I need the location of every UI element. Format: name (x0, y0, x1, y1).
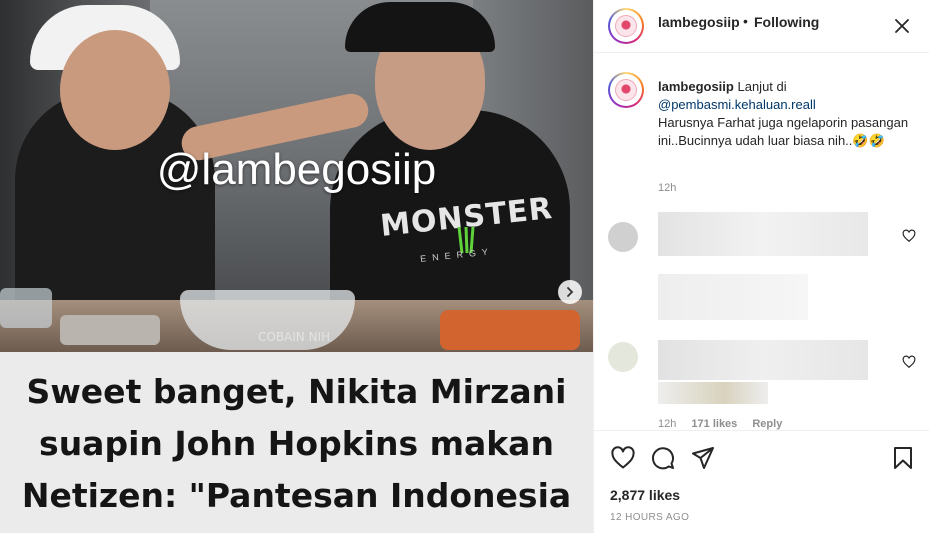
comment-meta: 12h 171 likes Reply (658, 418, 782, 430)
header-username[interactable]: lambegosiip (658, 14, 740, 30)
watermark-text: @lambegosiip (156, 145, 437, 194)
video-caption: COBAIN NIH (258, 330, 331, 344)
header-separator: • (743, 13, 748, 29)
avatar-logo (615, 79, 637, 101)
post-headline: Sweet banget, Nikita Mirzani suapin John… (0, 352, 593, 533)
following-button[interactable]: Following (754, 14, 819, 30)
post-header: lambegosiip • Following (594, 0, 929, 53)
comment-time: 12h (658, 418, 677, 430)
blurred-comment (658, 340, 868, 380)
comment-likes[interactable]: 171 likes (691, 418, 737, 430)
avatar-ring (610, 10, 642, 42)
caption-text: Lanjut di (737, 79, 787, 94)
heart-icon[interactable] (610, 445, 636, 471)
post-sidebar: lambegosiip • Following lambegosiip Lanj… (593, 0, 929, 533)
blurred-comment (658, 382, 768, 404)
black-cap (345, 2, 495, 52)
share-icon[interactable] (690, 445, 716, 471)
blurred-comment (658, 212, 868, 256)
comment-reply-button[interactable]: Reply (752, 418, 782, 430)
avatar[interactable] (608, 8, 644, 44)
post-media[interactable]: MONSTER ENERGY @lambegosiip COBAIN NIH S… (0, 0, 593, 533)
caption-avatar[interactable] (608, 72, 644, 108)
chevron-right-icon (567, 287, 574, 297)
comment-like-icon[interactable] (902, 355, 916, 369)
caption-username[interactable]: lambegosiip (658, 79, 734, 94)
post-caption: lambegosiip Lanjut di @pembasmi.kehaluan… (658, 78, 914, 150)
avatar-ring (610, 74, 642, 106)
comment-like-icon[interactable] (902, 229, 916, 243)
woman-face (60, 30, 170, 150)
comment-avatar[interactable] (608, 222, 638, 252)
blurred-comment (658, 274, 808, 320)
caption-mention[interactable]: @pembasmi.kehaluan.reall (658, 96, 914, 114)
comment-avatar[interactable] (608, 342, 638, 372)
post-photo: MONSTER ENERGY @lambegosiip COBAIN NIH (0, 0, 593, 352)
likes-count[interactable]: 2,877 likes (610, 487, 680, 503)
caption-timestamp: 12h (658, 182, 677, 194)
food-container (0, 288, 52, 328)
avatar-logo (615, 15, 637, 37)
headline-line: Netizen: "Pantesan Indonesia (21, 476, 572, 515)
post-time: 12 HOURS AGO (610, 512, 690, 523)
caption-body: Harusnya Farhat juga ngelaporin pasangan… (658, 115, 909, 148)
save-icon[interactable] (890, 445, 916, 471)
food-container (60, 315, 160, 345)
salmon-tray (440, 310, 580, 350)
headline-line: suapin John Hopkins makan (39, 424, 554, 463)
more-options-icon[interactable] (892, 16, 912, 36)
next-slide-button[interactable] (558, 280, 582, 304)
comment-icon[interactable] (650, 445, 676, 471)
headline-line: Sweet banget, Nikita Mirzani (26, 372, 567, 411)
post-actions: 2,877 likes 12 HOURS AGO (594, 430, 929, 533)
